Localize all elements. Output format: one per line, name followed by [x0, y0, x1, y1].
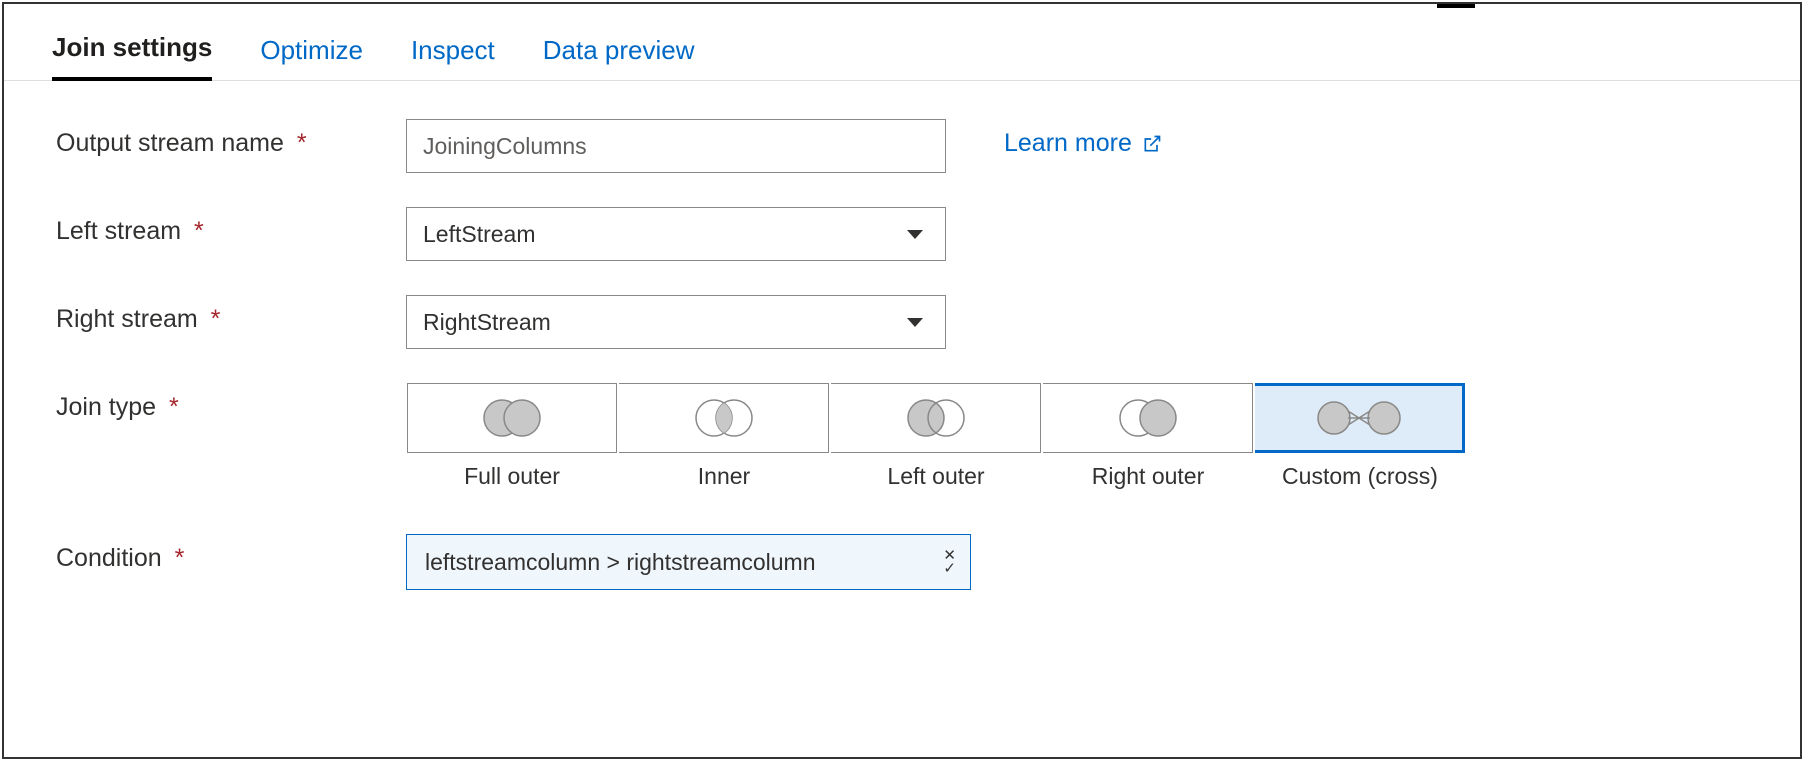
check-icon: ✓	[943, 562, 956, 575]
row-right-stream: Right stream * RightStream	[56, 295, 1748, 349]
join-type-option-full-outer: Full outer	[406, 383, 618, 490]
inner-icon	[688, 397, 760, 439]
required-marker: *	[194, 217, 204, 245]
tab-optimize[interactable]: Optimize	[260, 35, 363, 80]
required-marker: *	[211, 305, 221, 333]
label-text: Join type	[56, 393, 156, 421]
condition-value: leftstreamcolumn > rightstreamcolumn	[425, 549, 816, 576]
join-type-right-outer-button[interactable]	[1043, 383, 1253, 453]
external-link-icon	[1142, 134, 1162, 154]
settings-panel: Join settings Optimize Inspect Data prev…	[2, 2, 1802, 759]
row-left-stream: Left stream * LeftStream	[56, 207, 1748, 261]
left-outer-icon	[900, 397, 972, 439]
required-marker: *	[297, 129, 307, 157]
custom-cross-icon	[1314, 397, 1404, 439]
right-outer-icon	[1112, 397, 1184, 439]
full-outer-icon	[476, 397, 548, 439]
tab-inspect[interactable]: Inspect	[411, 35, 495, 80]
label-join-type: Join type *	[56, 383, 406, 422]
output-stream-name-value: JoiningColumns	[423, 133, 587, 160]
join-type-option-right-outer: Right outer	[1042, 383, 1254, 490]
condition-status-icons: ✕ ✓	[943, 549, 956, 575]
left-stream-value: LeftStream	[423, 221, 536, 248]
join-type-right-outer-label: Right outer	[1092, 463, 1205, 490]
label-text: Condition	[56, 544, 162, 572]
join-type-left-outer-label: Left outer	[887, 463, 984, 490]
join-type-option-inner: Inner	[618, 383, 830, 490]
output-stream-name-input[interactable]: JoiningColumns	[406, 119, 946, 173]
form-content: Output stream name * JoiningColumns Lear…	[4, 81, 1800, 590]
join-type-custom-cross-button[interactable]	[1255, 383, 1465, 453]
learn-more-text: Learn more	[1004, 129, 1132, 158]
row-join-type: Join type * Full outer	[56, 383, 1748, 490]
join-type-inner-button[interactable]	[619, 383, 829, 453]
tab-join-settings[interactable]: Join settings	[52, 32, 212, 81]
chevron-down-icon	[907, 230, 923, 239]
required-marker: *	[175, 544, 185, 572]
learn-more-link[interactable]: Learn more	[1004, 119, 1162, 158]
join-type-option-custom-cross: Custom (cross)	[1254, 383, 1466, 490]
tab-data-preview[interactable]: Data preview	[543, 35, 695, 80]
left-stream-select[interactable]: LeftStream	[406, 207, 946, 261]
join-type-custom-cross-label: Custom (cross)	[1282, 463, 1438, 490]
row-output-stream-name: Output stream name * JoiningColumns Lear…	[56, 119, 1748, 173]
join-type-option-left-outer: Left outer	[830, 383, 1042, 490]
join-type-inner-label: Inner	[698, 463, 750, 490]
label-left-stream: Left stream *	[56, 207, 406, 246]
label-text: Left stream	[56, 217, 181, 245]
required-marker: *	[169, 393, 179, 421]
label-right-stream: Right stream *	[56, 295, 406, 334]
condition-input[interactable]: leftstreamcolumn > rightstreamcolumn ✕ ✓	[406, 534, 971, 590]
join-type-full-outer-button[interactable]	[407, 383, 617, 453]
join-type-left-outer-button[interactable]	[831, 383, 1041, 453]
row-condition: Condition * leftstreamcolumn > rightstre…	[56, 534, 1748, 590]
tab-bar: Join settings Optimize Inspect Data prev…	[4, 4, 1800, 81]
top-marker	[1437, 2, 1475, 8]
join-type-full-outer-label: Full outer	[464, 463, 560, 490]
right-stream-value: RightStream	[423, 309, 551, 336]
chevron-down-icon	[907, 318, 923, 327]
label-condition: Condition *	[56, 534, 406, 573]
label-text: Output stream name	[56, 129, 284, 157]
label-text: Right stream	[56, 305, 198, 333]
join-type-group: Full outer Inner	[406, 383, 1466, 490]
right-stream-select[interactable]: RightStream	[406, 295, 946, 349]
label-output-stream-name: Output stream name *	[56, 119, 406, 158]
